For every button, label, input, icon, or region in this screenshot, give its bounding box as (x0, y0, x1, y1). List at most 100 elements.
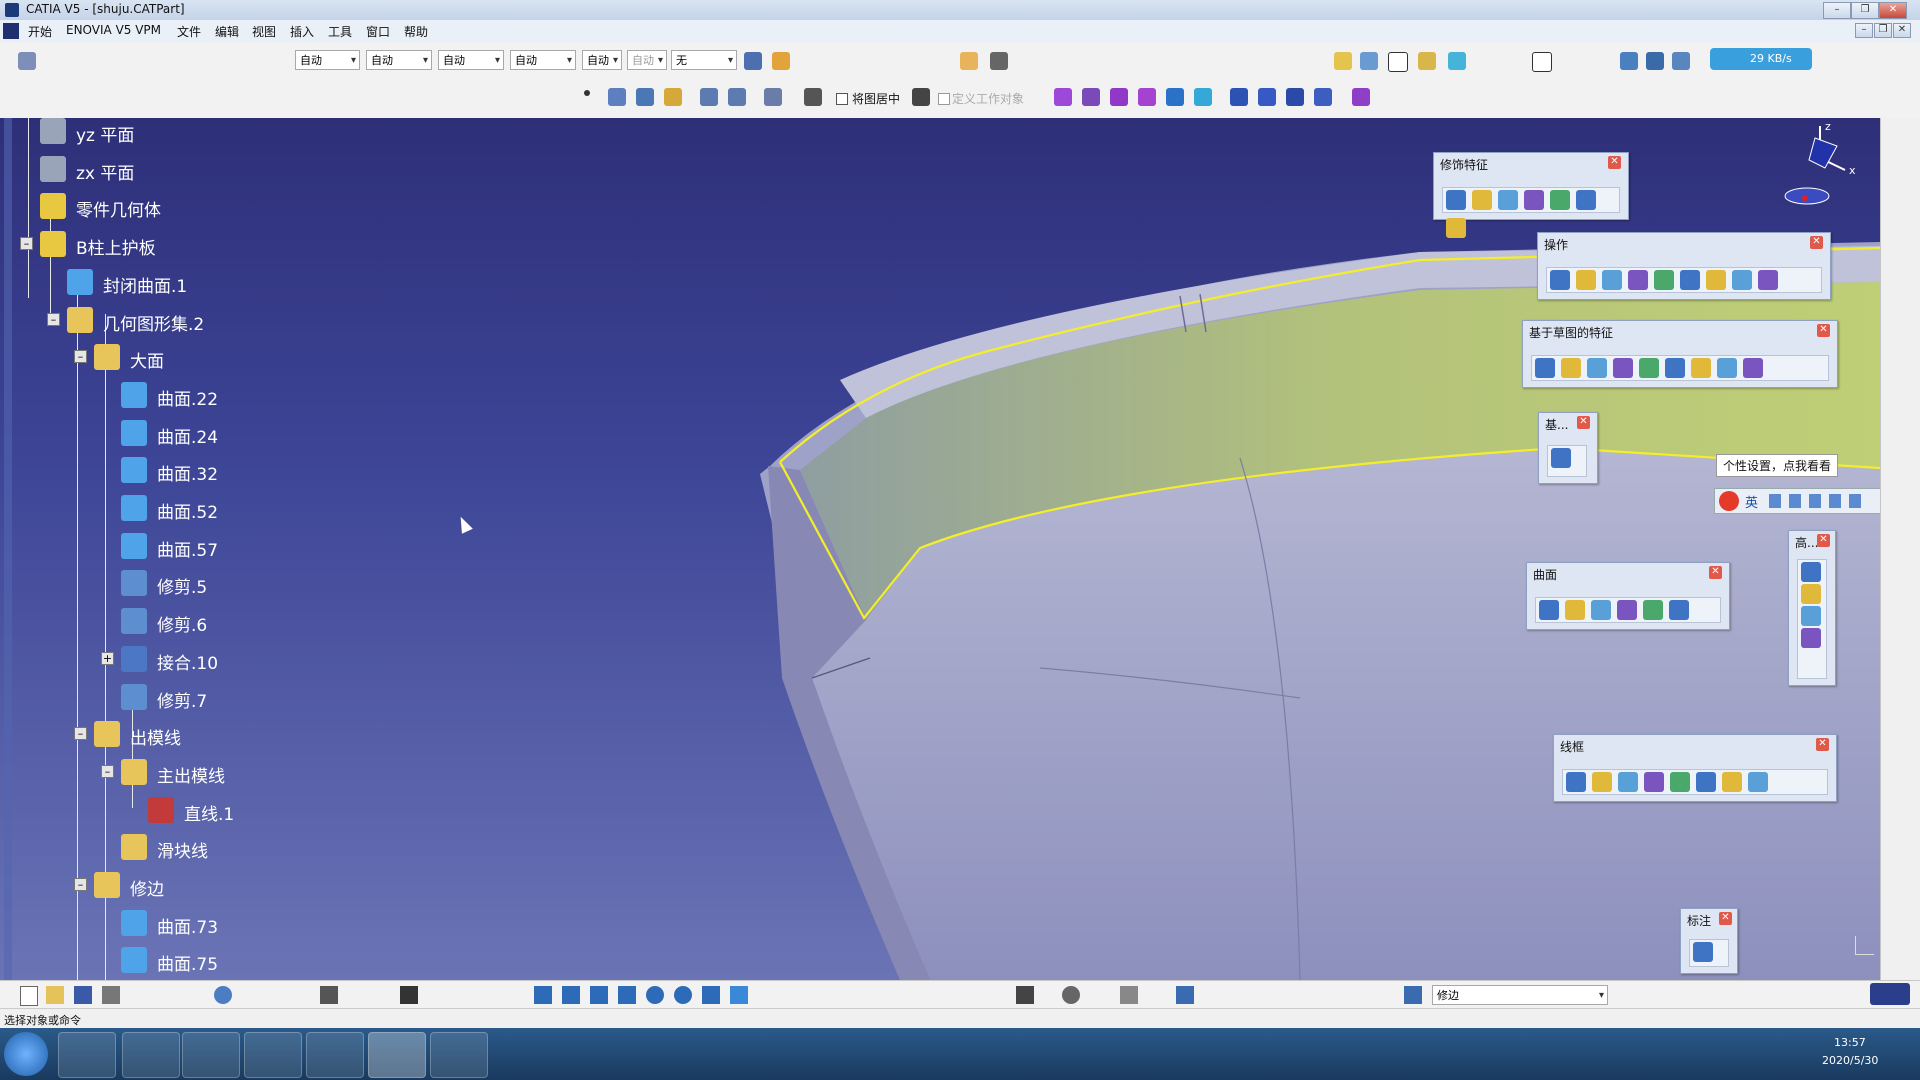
ime-tools-icon[interactable] (1769, 494, 1869, 508)
panel-dress-up-icons[interactable] (1442, 187, 1620, 238)
save-icon[interactable] (74, 986, 92, 1004)
taskbar-explorer-icon[interactable] (58, 1032, 116, 1078)
tool-icon[interactable] (1639, 358, 1659, 378)
menu-help[interactable]: 帮助 (404, 23, 428, 40)
tool-icon[interactable] (1472, 190, 1492, 210)
tool-icon[interactable] (1617, 600, 1637, 620)
panel-tall-close-button[interactable]: ✕ (1817, 534, 1830, 547)
tool-icon[interactable] (1550, 270, 1570, 290)
blend-icon[interactable] (636, 88, 654, 106)
tool-icon[interactable] (1732, 270, 1752, 290)
normal-view-icon[interactable] (702, 986, 720, 1004)
tool-icon[interactable] (1654, 270, 1674, 290)
render-icon[interactable] (764, 88, 782, 106)
graphic-property-select-6[interactable]: 自动 (627, 50, 667, 71)
shaft-icon[interactable] (1286, 88, 1304, 106)
tool-icon[interactable] (1524, 190, 1544, 210)
iso-view-icon[interactable] (730, 986, 748, 1004)
tool-icon[interactable] (1576, 270, 1596, 290)
menu-insert[interactable]: 插入 (290, 23, 314, 40)
tool-icon[interactable] (1550, 190, 1570, 210)
start-button[interactable] (4, 1032, 48, 1076)
tool-icon[interactable] (1618, 772, 1638, 792)
revolve-icon[interactable] (1082, 88, 1100, 106)
fit-all-icon[interactable] (562, 986, 580, 1004)
collapse-icon[interactable]: – (74, 350, 87, 364)
collapse-icon[interactable]: – (47, 312, 60, 326)
tool-icon[interactable] (1743, 358, 1763, 378)
print-icon[interactable] (102, 986, 120, 1004)
panel-wireframe-icons[interactable] (1562, 769, 1828, 795)
menu-start[interactable]: 开始 (28, 23, 52, 40)
loft-icon[interactable] (1166, 88, 1184, 106)
tool-icon[interactable] (1691, 358, 1711, 378)
define-work-checkbox[interactable] (938, 93, 950, 105)
menu-edit[interactable]: 编辑 (215, 23, 239, 40)
tool-icon[interactable] (1498, 190, 1518, 210)
graphic-property-select-2[interactable]: 自动 (366, 50, 432, 71)
tool-icon[interactable] (1561, 358, 1581, 378)
grid-icon[interactable] (804, 88, 822, 106)
menu-window[interactable]: 窗口 (366, 23, 390, 40)
reference-icon[interactable] (1360, 52, 1378, 70)
tool-icon[interactable] (1535, 358, 1555, 378)
tool-icon[interactable] (1446, 218, 1466, 238)
system-tray[interactable] (1666, 1042, 1806, 1062)
fly-mode-icon[interactable] (534, 986, 552, 1004)
fill-icon[interactable] (664, 88, 682, 106)
zoom-out-icon[interactable] (674, 986, 692, 1004)
sketch-icon[interactable] (1532, 52, 1552, 72)
panel-base-icons[interactable] (1547, 445, 1587, 477)
sketch-plane-icon[interactable] (1334, 52, 1352, 70)
center-graph-checkbox[interactable] (836, 93, 848, 105)
graphic-property-select-1[interactable]: 自动 (295, 50, 360, 71)
tool-icon[interactable] (1643, 600, 1663, 620)
taskbar-chrome-icon[interactable] (244, 1032, 302, 1078)
tool-icon[interactable] (1717, 358, 1737, 378)
open-file-icon[interactable] (46, 986, 64, 1004)
taskbar-catia-icon[interactable] (368, 1032, 426, 1078)
tool-icon[interactable] (1748, 772, 1768, 792)
panel-operation-icons[interactable] (1546, 267, 1822, 293)
measure-icon[interactable] (1646, 52, 1664, 70)
tool-icon[interactable] (1696, 772, 1716, 792)
tool-icon[interactable] (1539, 600, 1559, 620)
workbench-icon[interactable] (18, 52, 36, 70)
tool-icon[interactable] (1566, 772, 1586, 792)
collapse-icon[interactable]: – (74, 727, 87, 741)
camera-icon[interactable] (1016, 986, 1034, 1004)
axis-system-icon[interactable] (1120, 986, 1138, 1004)
tool-icon[interactable] (1565, 600, 1585, 620)
panel-dress-up-close-button[interactable]: ✕ (1608, 156, 1621, 169)
panel-surface-icons[interactable] (1535, 597, 1721, 623)
collapse-icon[interactable]: – (74, 878, 87, 891)
analysis-icon[interactable] (1448, 52, 1466, 70)
specification-tree[interactable]: yz 平面 zx 平面 零件几何体 – B柱上护板 封闭曲面.1 – 几何图形集.2 – 大面 曲面… (0, 118, 400, 980)
doc-restore-button[interactable]: ❐ (1874, 23, 1892, 38)
panel-annotation-icons[interactable] (1689, 939, 1729, 967)
undo-icon[interactable] (214, 986, 232, 1004)
panel-wireframe[interactable]: 线框 ✕ (1553, 734, 1837, 802)
restore-button[interactable]: ❐ (1851, 2, 1879, 19)
pan-icon[interactable] (590, 986, 608, 1004)
view-mode-icon[interactable] (1620, 52, 1638, 70)
define-object-icon[interactable] (912, 88, 930, 106)
tool-icon[interactable] (1693, 942, 1713, 962)
tool-icon[interactable] (1591, 600, 1611, 620)
menu-enovia[interactable]: ENOVIA V5 VPM (66, 23, 161, 37)
tool-icon[interactable] (1670, 772, 1690, 792)
panel-annotation-close-button[interactable]: ✕ (1719, 912, 1732, 925)
ime-lang[interactable]: 英 (1745, 492, 1758, 511)
rotate-icon[interactable] (618, 986, 636, 1004)
panel-base-close-button[interactable]: ✕ (1577, 416, 1590, 429)
panel-base[interactable]: 基... ✕ (1538, 412, 1598, 484)
doc-minimize-button[interactable]: – (1855, 23, 1873, 38)
compass-tool-icon[interactable] (1672, 52, 1690, 70)
tool-icon[interactable] (1613, 358, 1633, 378)
grid-toggle-icon[interactable] (1176, 986, 1194, 1004)
tool-icon[interactable] (1758, 270, 1778, 290)
panel-surface[interactable]: 曲面 ✕ (1526, 562, 1730, 630)
collapse-icon[interactable]: – (101, 764, 114, 778)
panel-tall-icons[interactable] (1797, 559, 1827, 679)
pocket-icon[interactable] (1258, 88, 1276, 106)
